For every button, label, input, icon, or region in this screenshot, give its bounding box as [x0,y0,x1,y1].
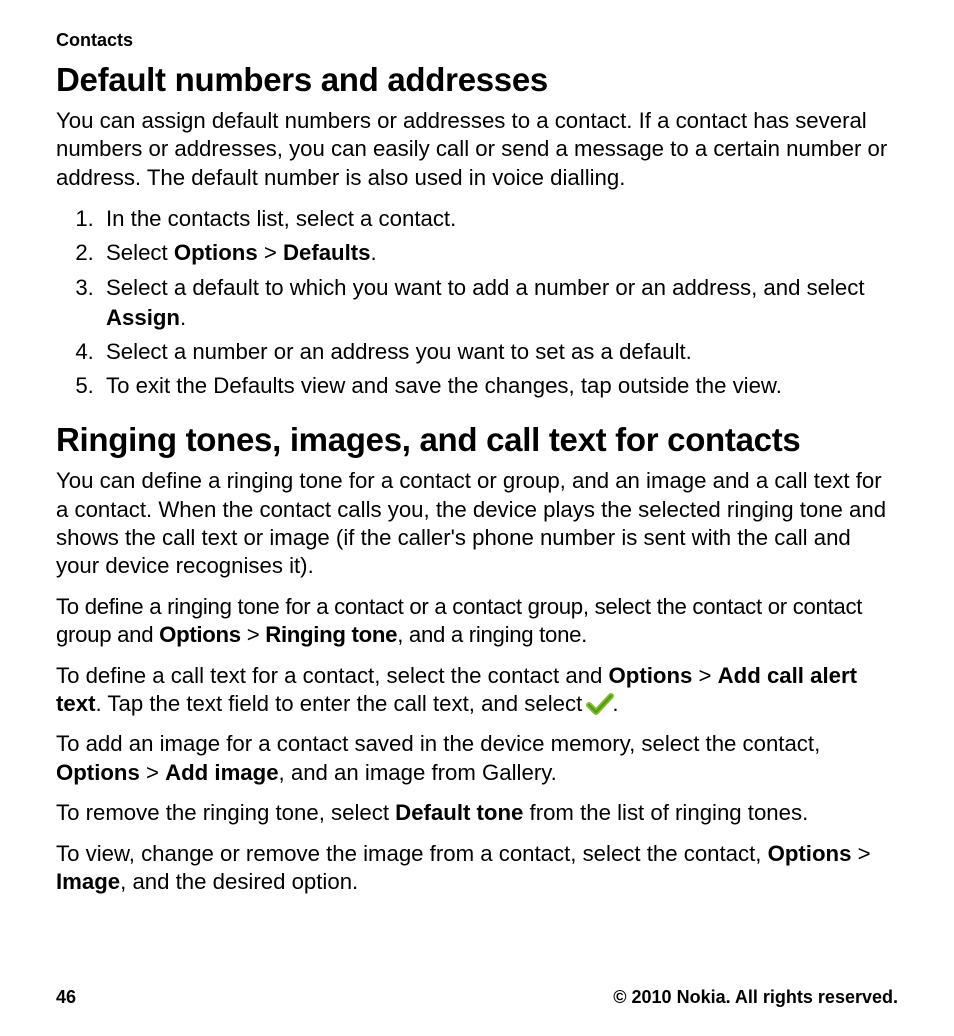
para-call-text: To define a call text for a contact, sel… [56,662,898,719]
intro-default-numbers: You can assign default numbers or addres… [56,107,898,192]
steps-list: In the contacts list, select a contact. … [56,204,898,401]
para-ringing-tone: To define a ringing tone for a contact o… [56,593,898,650]
page-number: 46 [56,987,76,1008]
step-2: Select Options > Defaults. [100,238,898,268]
heading-ringing-tones: Ringing tones, images, and call text for… [56,421,898,459]
para-image-options: To view, change or remove the image from… [56,840,898,897]
step-4: Select a number or an address you want t… [100,337,898,367]
breadcrumb: Contacts [56,30,898,51]
checkmark-icon [588,694,612,714]
step-5: To exit the Defaults view and save the c… [100,371,898,401]
step-3: Select a default to which you want to ad… [100,273,898,333]
intro-ringing-tones: You can define a ringing tone for a cont… [56,467,898,581]
para-add-image: To add an image for a contact saved in t… [56,730,898,787]
copyright: © 2010 Nokia. All rights reserved. [613,987,898,1008]
para-remove-tone: To remove the ringing tone, select Defau… [56,799,898,827]
step-1: In the contacts list, select a contact. [100,204,898,234]
heading-default-numbers: Default numbers and addresses [56,61,898,99]
